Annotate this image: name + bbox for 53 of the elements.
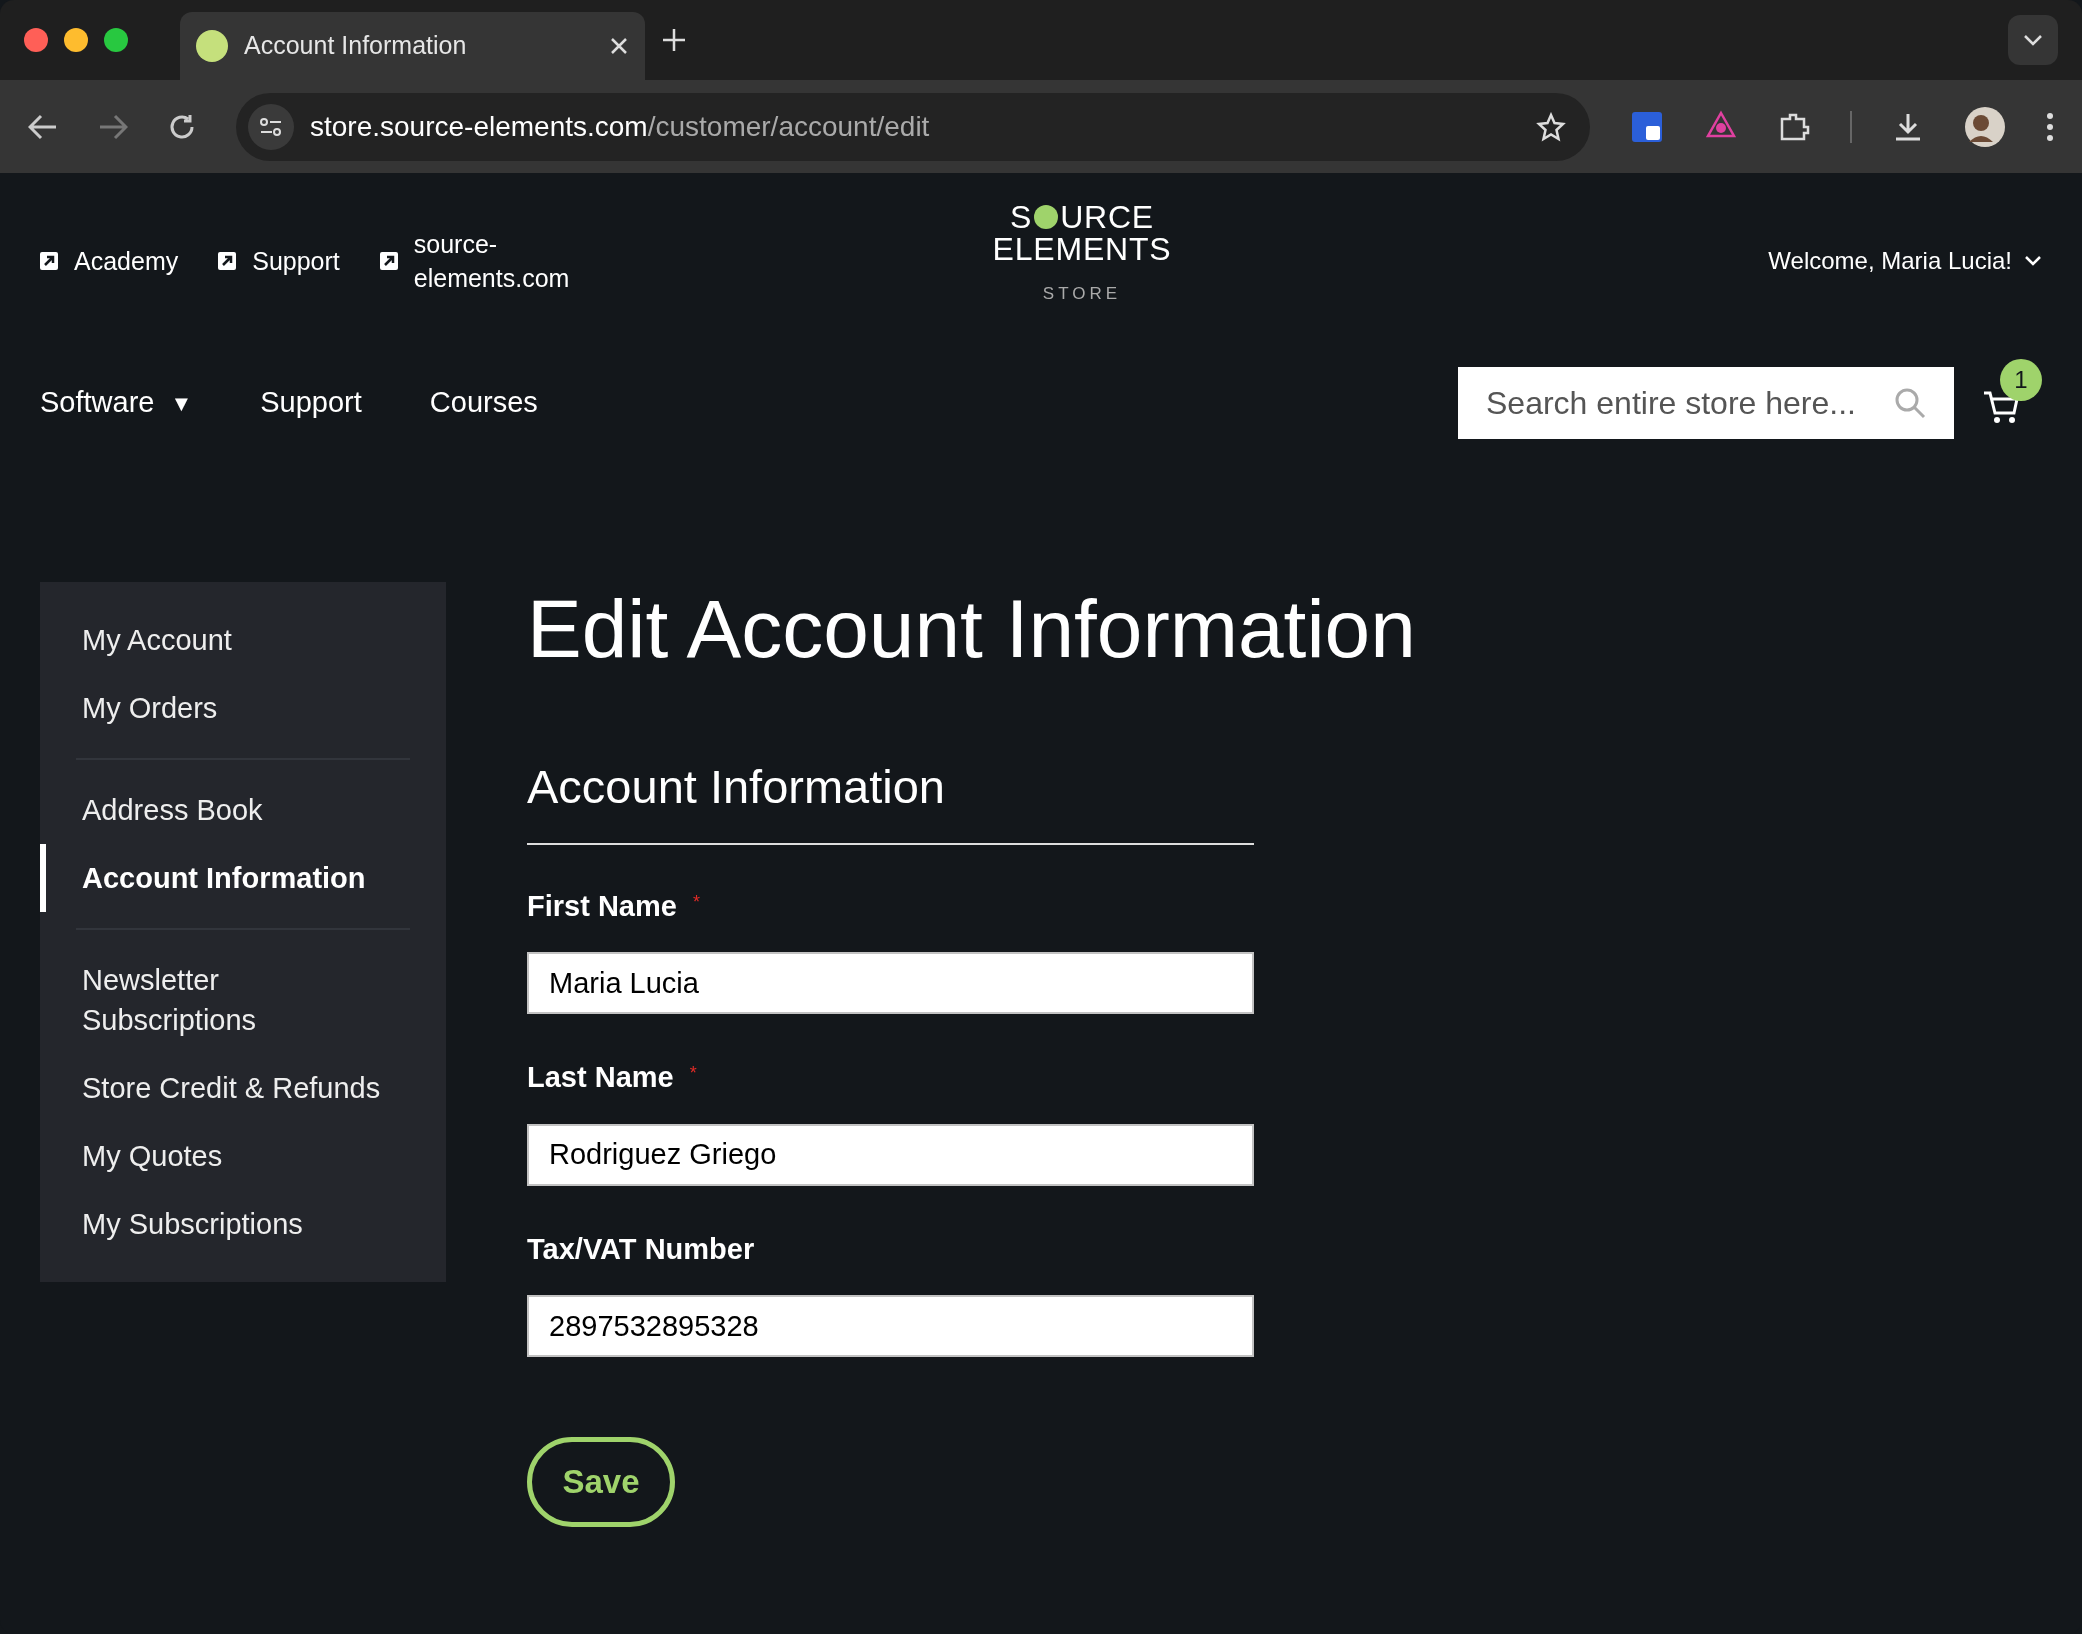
- browser-tab[interactable]: Account Information: [180, 12, 645, 80]
- external-link[interactable]: Academy: [40, 243, 179, 278]
- extension-icon[interactable]: [1630, 109, 1664, 144]
- external-link-icon: [379, 251, 398, 270]
- save-button[interactable]: Save: [527, 1437, 675, 1527]
- more-options-icon[interactable]: [2046, 111, 2054, 142]
- bookmark-star-icon[interactable]: [1536, 111, 1566, 142]
- nav-menu-item[interactable]: Software ▼: [40, 381, 193, 425]
- page-title: Edit Account Information: [527, 582, 1416, 676]
- input-field[interactable]: Rodriguez Griego: [527, 1123, 1254, 1186]
- minimize-window-button[interactable]: [64, 28, 88, 52]
- store-logo[interactable]: S URCE ELEMENTS STORE: [960, 201, 1204, 307]
- external-link[interactable]: source- elements.com: [379, 226, 570, 295]
- sidebar-item[interactable]: Account Information: [40, 844, 446, 912]
- tab-list-button[interactable]: [2008, 15, 2058, 65]
- cart-icon[interactable]: [1982, 389, 2020, 425]
- chevron-down-icon: [2024, 254, 2042, 267]
- sidebar-item[interactable]: Store Credit & Refunds: [40, 1054, 446, 1122]
- chevron-down-icon: [2023, 34, 2043, 46]
- nav-menu-item[interactable]: Support: [260, 381, 362, 425]
- caret-icon: ▼: [170, 386, 193, 420]
- external-link-icon: [40, 251, 58, 270]
- maximize-window-button[interactable]: [104, 28, 128, 52]
- reload-icon[interactable]: [168, 112, 196, 141]
- sidebar-item[interactable]: Address Book: [40, 776, 446, 844]
- back-icon[interactable]: [28, 113, 58, 140]
- close-window-button[interactable]: [24, 28, 48, 52]
- external-link-icon: [218, 251, 237, 270]
- section-heading: Account Information: [527, 752, 1254, 845]
- avatar-icon[interactable]: [1964, 105, 2006, 148]
- new-tab-icon[interactable]: [661, 27, 687, 53]
- required-mark: *: [692, 890, 700, 914]
- nav-menu-item[interactable]: Courses: [429, 381, 538, 425]
- sidebar-item[interactable]: My Orders: [40, 674, 446, 742]
- sidebar-item[interactable]: My Subscriptions: [40, 1190, 446, 1258]
- field-label: Last Name: [527, 1060, 674, 1095]
- required-mark: *: [689, 1062, 697, 1086]
- external-link[interactable]: Support: [218, 243, 340, 278]
- field-label: Tax/VAT Number: [527, 1231, 755, 1267]
- sidebar-item[interactable]: My Quotes: [40, 1122, 446, 1190]
- tab-title: Account Information: [244, 30, 468, 62]
- cart-count-badge: 1: [2000, 359, 2042, 401]
- input-field[interactable]: Maria Lucia: [527, 952, 1254, 1014]
- sidebar-item[interactable]: Newsletter Subscriptions: [40, 946, 446, 1054]
- input-field[interactable]: 2897532895328: [527, 1295, 1254, 1357]
- field-label: First Name: [527, 888, 677, 924]
- sidebar-item[interactable]: My Account: [40, 606, 446, 674]
- close-icon[interactable]: [609, 36, 629, 56]
- search-field[interactable]: Search entire store here...: [1458, 367, 1954, 439]
- forward-icon[interactable]: [98, 113, 128, 140]
- tab-favicon-icon: [196, 30, 228, 62]
- site-settings-icon[interactable]: [248, 103, 294, 150]
- welcome-menu[interactable]: Welcome, Maria Lucia!: [1768, 242, 2042, 279]
